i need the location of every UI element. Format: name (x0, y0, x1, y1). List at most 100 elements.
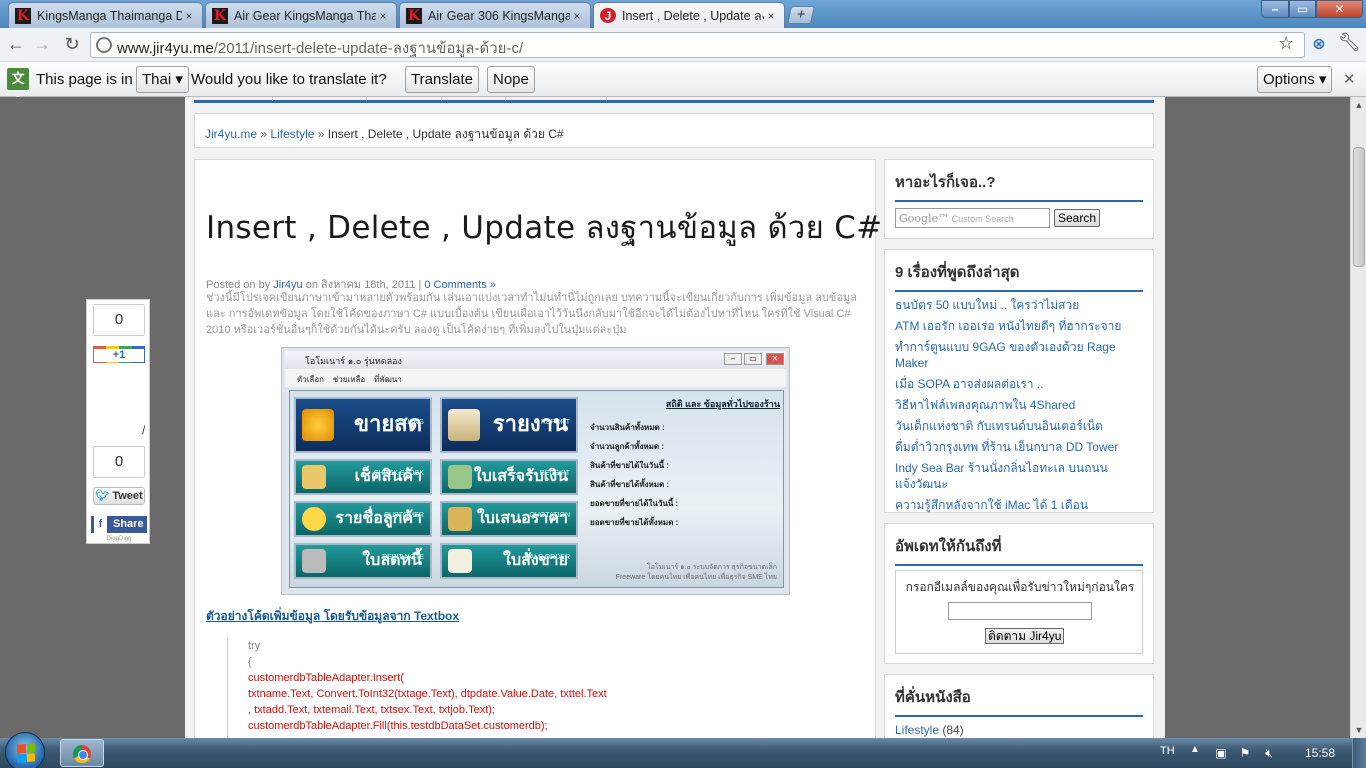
sidebar-search: หาอะไรก็เจอ..? Google™ Custom Search Sea… (884, 159, 1154, 239)
vertical-scrollbar[interactable]: ▲ ▼ (1350, 97, 1366, 738)
tab-kingsmanga-1[interactable]: K KingsManga Thaimanga Dc × (8, 2, 203, 28)
latest-post-link[interactable]: ทำการ์ตูนแบบ 9GAG ของตัวเองด้วย Rage Mak… (895, 339, 1147, 371)
maximize-button[interactable]: ▭ (1289, 0, 1316, 18)
windows-taskbar: TH ▲ ▣ ⚑ 🔇︎ 15:58 (0, 732, 1366, 768)
nav-divider (366, 97, 367, 101)
chrome-logo-icon (73, 745, 91, 763)
language-indicator[interactable]: TH (1160, 745, 1175, 757)
tab-title: Air Gear KingsManga Thair (234, 8, 376, 23)
search-button[interactable]: Search (1054, 209, 1101, 227)
app-tile-sub: DEBIT NOTE (382, 554, 424, 561)
app-tile-quotation: ใบเสนอราคา QUOTATION (440, 501, 578, 537)
browser-titlebar: K KingsManga Thaimanga Dc × K Air Gear K… (0, 0, 1366, 28)
latest-post-link[interactable]: เมื่อ SOPA อาจส่งผลต่อเรา .. (895, 376, 1147, 392)
tab-close-icon[interactable]: × (764, 9, 778, 23)
google-plusone-button[interactable]: +1 (93, 346, 145, 363)
latest-post-link[interactable]: ธนบัตร 50 แบบใหม่ .. ใครว่าไม่สวย (895, 297, 1147, 313)
latest-post-link[interactable]: ATM เออรัก เออเร่อ หนังไทยดีๆ ที่ฮากระจา… (895, 318, 1147, 334)
start-button[interactable] (5, 732, 45, 768)
volume-muted-icon[interactable]: 🔇︎ (1262, 746, 1276, 760)
page-wrapper: Jir4yu.me » Lifestyle » Insert , Delete … (185, 97, 1165, 738)
app-menu-item: ตัวเลือก (297, 375, 324, 384)
latest-post-link[interactable]: วันเด็กแห่งชาติ กับเทรนด์บนอินเตอร์เน็ต (895, 418, 1147, 434)
page-info-icon[interactable] (96, 37, 112, 53)
nope-button[interactable]: Nope (487, 66, 535, 93)
taskbar-clock[interactable]: 15:58 (1305, 746, 1335, 760)
latest-post-link[interactable]: ดื่มด่ำวิวกรุงเทพ ที่ร้าน เย็นกบาล DD To… (895, 439, 1147, 455)
address-bar[interactable]: www.jir4yu.me/2011/insert-delete-update-… (90, 32, 1305, 58)
app-menu: ตัวเลือก ช่วยเหลือ ที่พัฒนา (285, 369, 786, 387)
code-line: try (248, 640, 261, 652)
latest-post-link[interactable]: วิธีหาไฟล์เพลงคุณภาพใน 4Shared (895, 397, 1147, 413)
digg-digg-credit: DiggDigg (106, 536, 132, 542)
back-arrow-icon[interactable]: ← (4, 33, 28, 57)
app-tile-stock: เช็คสินค้า CHECK STOCK (294, 459, 432, 495)
extension-icon[interactable]: ⊗ (1309, 34, 1329, 53)
language-select[interactable]: Thai ▾ (136, 66, 189, 93)
kingsmanga-k-icon: K (15, 7, 31, 24)
app-titlebar: โอโมเนาร์ ๑.๐ รุ่นทดลอง – ▭ ✕ (285, 351, 786, 369)
breadcrumb-category-link[interactable]: Lifestyle (270, 127, 314, 141)
options-button[interactable]: Options ▾ (1257, 66, 1333, 93)
breadcrumb-home-link[interactable]: Jir4yu.me (205, 127, 257, 141)
book-icon (448, 409, 480, 441)
reload-icon[interactable]: ↻ (60, 33, 84, 57)
bookmark-star-icon[interactable]: ☆ (1278, 33, 1294, 54)
breadcrumb-current: Insert , Delete , Update ลงฐานข้อมูล ด้ว… (327, 127, 564, 141)
code-line: customerdbTableAdapter.Fill(this.testdbD… (248, 720, 548, 732)
latest-post-link[interactable]: ความรู้สึกหลังจากใช้ iMac ได้ 1 เดือน (895, 497, 1147, 513)
url-host: www.jir4yu.me (117, 40, 214, 57)
tweet-button[interactable]: 🐦︎ Tweet (93, 487, 145, 505)
code-line: { (248, 656, 252, 668)
tab-close-icon[interactable]: × (570, 9, 584, 23)
close-icon[interactable]: ✕ (1343, 70, 1356, 88)
nav-divider (606, 97, 607, 101)
sidebar-subscribe: อัพเดทให้กันถึงที่ กรอกอีเมลล์ของคุณเพื่… (884, 523, 1154, 664)
app-minimize-icon: – (724, 353, 742, 365)
taskbar-chrome-button[interactable] (60, 739, 104, 767)
twitter-bird-icon: 🐦︎ (95, 490, 110, 502)
app-menu-item: ช่วยเหลือ (332, 375, 366, 384)
tab-kingsmanga-3[interactable]: K Air Gear 306 KingsManga Th × (399, 2, 591, 28)
language-value: Thai (142, 71, 172, 88)
show-desktop-button[interactable] (1352, 738, 1366, 768)
app-stat-row: สินค้าที่ขายได้ในวันนี้ : (590, 461, 670, 470)
tab-close-icon[interactable]: × (182, 9, 196, 23)
app-footer-line: โอโมเนาร์ ๑.๐ ระบบจัดการ ธุรกิจขนาดเล็ก (646, 564, 777, 571)
translate-icon: 文A (7, 68, 29, 108)
share-panel: 0 +1 / 0 🐦︎ Tweet f Share DiggDigg (86, 299, 150, 544)
app-tile-sub: BIILLING (395, 419, 424, 426)
nav-divider (272, 97, 273, 101)
tweet-count: 0 (93, 446, 145, 478)
chart-icon (448, 465, 472, 489)
facebook-share-button[interactable]: f Share (91, 516, 147, 533)
latest-title: 9 เรื่องที่พูดถึงล่าสุด (895, 260, 1143, 292)
action-center-flag-icon[interactable]: ⚑ (1238, 746, 1252, 760)
scroll-down-arrow-icon[interactable]: ▼ (1351, 722, 1366, 738)
scroll-up-arrow-icon[interactable]: ▲ (1351, 97, 1366, 113)
new-tab-button[interactable]: + (787, 6, 815, 24)
tab-jir4yu-active[interactable]: J Insert , Delete , Update ลงฐาน × (593, 2, 785, 28)
email-field[interactable] (948, 602, 1092, 620)
code-example-link[interactable]: ตัวอย่างโค้ดเพิ่มข้อมูล โดยรับข้อมูลจาก … (206, 607, 459, 626)
device-icon[interactable]: ▣ (1214, 746, 1228, 760)
tab-close-icon[interactable]: × (376, 9, 390, 23)
options-label: Options (1263, 71, 1315, 88)
tray-expand-icon[interactable]: ▲ (1190, 744, 1200, 755)
app-stats-title: สถิติ และ ข้อมูลทั่วไปของร้าน (665, 399, 780, 409)
category-name[interactable]: Lifestyle (895, 723, 939, 737)
follow-button[interactable]: ติดตาม Jir4yu (985, 628, 1065, 644)
scrollbar-thumb[interactable] (1353, 147, 1365, 267)
tab-kingsmanga-2[interactable]: K Air Gear KingsManga Thair × (205, 2, 397, 28)
app-tile-sub: RECEIPT (539, 470, 570, 477)
category-item[interactable]: Lifestyle (84) (895, 723, 964, 737)
translate-button[interactable]: Translate (405, 66, 479, 93)
latest-post-link[interactable]: Indy Sea Bar ร้านนั่งกลิ่นไอทะเล บนถนนแจ… (895, 460, 1147, 492)
minimize-button[interactable]: – (1261, 0, 1289, 18)
url-text[interactable]: www.jir4yu.me/2011/insert-delete-update-… (117, 36, 523, 60)
search-input[interactable]: Google™ Custom Search (895, 208, 1050, 228)
money-bag-icon (448, 507, 472, 531)
close-window-button[interactable]: ✕ (1316, 0, 1363, 18)
forward-arrow-icon[interactable]: → (30, 33, 54, 57)
wrench-menu-icon[interactable]: 🔧︎ (1338, 32, 1361, 53)
